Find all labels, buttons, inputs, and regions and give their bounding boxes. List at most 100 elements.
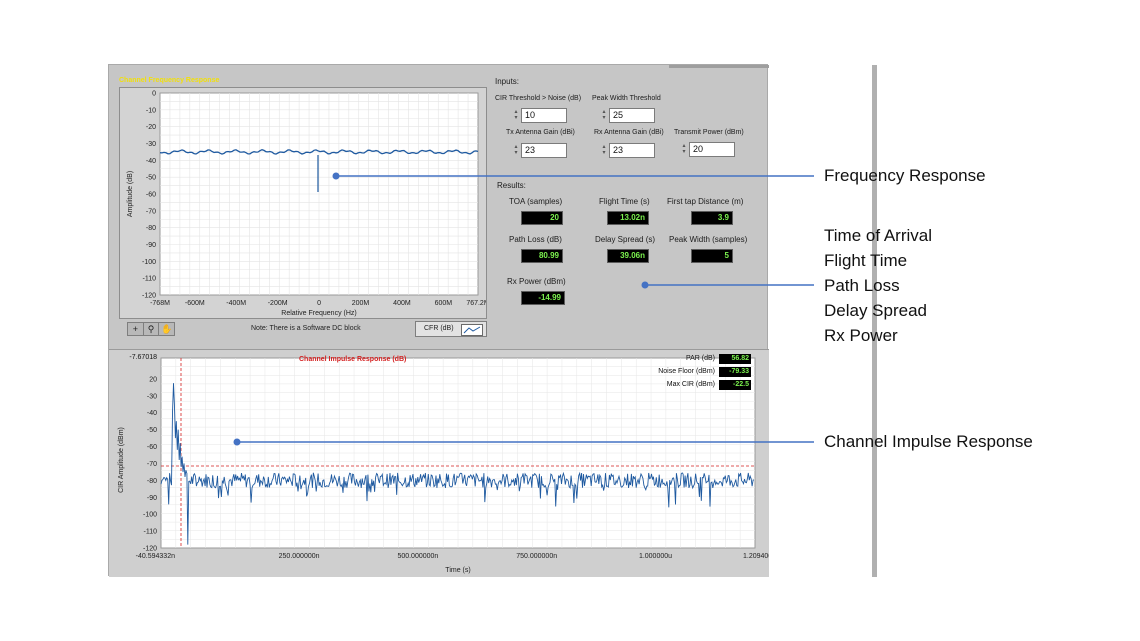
cfr-y-tick-label: -110 — [143, 276, 157, 283]
cfr-x-tick-label: 400M — [393, 300, 411, 307]
cfr-y-tick-label: 0 — [152, 91, 156, 98]
cir-y-tick-label: -110 — [144, 529, 158, 536]
cfr-y-axis-label: Amplitude (dB) — [127, 171, 134, 217]
delay-spread-annotation: Delay Spread — [824, 301, 928, 320]
cir-x-tick-label: 500.000000n — [397, 553, 438, 560]
max-cir-indicator: -22.5 — [719, 380, 751, 390]
tx-gain-label: Tx Antenna Gain (dBi) — [506, 129, 575, 136]
cir-y-tick-label: -60 — [147, 444, 157, 451]
cir-x-axis-label: Time (s) — [445, 567, 470, 574]
cir-x-tick-label: 250.000000n — [279, 553, 320, 560]
cir-x-tick-label: -40.594332n — [136, 553, 175, 560]
toa-annotation: Time of Arrival — [824, 226, 933, 245]
cfr-x-tick-label: 600M — [435, 300, 453, 307]
cfr-y-tick-label: -100 — [142, 259, 156, 266]
graph-palette: + ⚲ ✋ — [127, 322, 175, 336]
pan-tool-icon[interactable]: ✋ — [159, 323, 174, 335]
cfr-legend-swatch-icon — [461, 324, 483, 336]
cir-y-tick-label: 20 — [149, 376, 157, 383]
cfr-x-tick-label: 0 — [317, 300, 321, 307]
cir-title: Channel Impulse Response (dB) — [299, 356, 407, 363]
tx-power-label: Transmit Power (dBm) — [674, 129, 744, 136]
results-heading: Results: — [497, 181, 526, 190]
tx-power-input[interactable]: 20 — [689, 142, 735, 157]
tx-gain-spinner-icon[interactable]: ▴ ▾ — [513, 144, 519, 157]
cfr-y-tick-label: -70 — [146, 208, 156, 215]
par-label: PAR (dB) — [685, 355, 715, 362]
tx-gain-input[interactable]: 23 — [521, 143, 567, 158]
cfr-y-tick-label: -30 — [146, 141, 156, 148]
cfr-y-tick-label: -40 — [146, 158, 156, 165]
peak-width-threshold-input[interactable]: 25 — [609, 108, 655, 123]
cfr-y-tick-label: -80 — [146, 225, 156, 232]
cir-threshold-input[interactable]: 10 — [521, 108, 567, 123]
cfr-x-tick-label: -600M — [185, 300, 205, 307]
rx-gain-spinner-icon[interactable]: ▴ ▾ — [601, 144, 607, 157]
cfr-y-tick-label: -90 — [146, 242, 156, 249]
peak-width-indicator: 5 — [691, 249, 733, 263]
cir-y-tick-label: -90 — [147, 495, 157, 502]
cfr-y-tick-label: -120 — [142, 293, 156, 300]
cfr-y-tick-label: -20 — [146, 124, 156, 131]
cir-x-tick-label: 1.209406u — [743, 553, 769, 560]
cfr-plot-svg: 0 -10 -20 -30 -40 -50 -60 -70 -80 -90 -100 -110 -120… — [127, 91, 490, 318]
toa-label: TOA (samples) — [509, 197, 563, 206]
cfr-x-axis-label: Relative Frequency (Hz) — [281, 310, 356, 317]
delay-spread-label: Delay Spread (s) — [595, 235, 656, 244]
rx-power-annotation: Rx Power — [824, 326, 898, 345]
cursor-tool-icon[interactable]: + — [128, 323, 144, 335]
par-indicator: 56.82 — [719, 354, 751, 364]
toa-indicator: 20 — [521, 211, 563, 225]
path-loss-annotation: Path Loss — [824, 276, 900, 295]
cir-graph: 20 -30 -40 -50 -60 -70 -80 -90 -100 -110 -120 -40.… — [109, 349, 769, 577]
cfr-legend-label: CFR (dB) — [424, 325, 454, 332]
cfr-y-tick-label: -60 — [146, 192, 156, 199]
cir-y-tick-label: -100 — [143, 512, 157, 519]
noise-floor-label: Noise Floor (dBm) — [658, 368, 715, 375]
max-cir-label: Max CIR (dBm) — [666, 381, 715, 388]
cfr-plot-legend[interactable]: CFR (dB) — [415, 321, 487, 337]
labview-panel: Channel Frequency Response 0 -10 -20 -30 -40… — [108, 64, 877, 577]
tx-power-spinner-icon[interactable]: ▴ ▾ — [681, 143, 687, 156]
inputs-heading: Inputs: — [495, 77, 520, 86]
impulse-response-annotation: Channel Impulse Response — [824, 432, 1033, 451]
peak-width-threshold-label: Peak Width Threshold — [592, 95, 661, 102]
cfr-title: Channel Frequency Response — [119, 77, 220, 84]
cir-y-tick-label: -50 — [147, 427, 157, 434]
cfr-toolbar: + ⚲ ✋ Note: There is a Software DC block… — [119, 321, 487, 339]
cfr-y-tick-label: -50 — [146, 175, 156, 182]
rx-power-label: Rx Power (dBm) — [507, 277, 566, 286]
cfr-x-tick-label: 200M — [352, 300, 370, 307]
flight-time-annotation: Flight Time — [824, 251, 908, 270]
cir-x-tick-label: 1.000000u — [639, 553, 672, 560]
cfr-x-tick-label: -768M — [150, 300, 170, 307]
cir-y-axis-label: CIR Amplitude (dBm) — [118, 427, 125, 493]
panel-tab-edge — [669, 65, 769, 68]
peak-width-spinner-icon[interactable]: ▴ ▾ — [601, 109, 607, 122]
dc-block-note: Note: There is a Software DC block — [251, 325, 361, 332]
rx-gain-input[interactable]: 23 — [609, 143, 655, 158]
results-annotation: Time of Arrival Flight Time Path Loss De… — [824, 223, 932, 348]
cir-y-tick-label: -120 — [143, 546, 157, 553]
cfr-graph: 0 -10 -20 -30 -40 -50 -60 -70 -80 -90 -100 -110 -120… — [119, 87, 490, 319]
cir-y-tick-label: -40 — [147, 410, 157, 417]
rx-power-indicator: -14.99 — [521, 291, 565, 305]
cfr-x-tick-label: -200M — [268, 300, 288, 307]
cfr-x-tick-label: 767.2M — [466, 300, 486, 307]
flight-time-label: Flight Time (s) — [599, 197, 650, 206]
delay-spread-indicator: 39.06n — [607, 249, 649, 263]
cir-y-tick-label: -70 — [147, 461, 157, 468]
cir-threshold-spinner-icon[interactable]: ▴ ▾ — [513, 109, 519, 122]
peak-width-result-label: Peak Width (samples) — [669, 235, 748, 244]
cir-y-tick-label: -80 — [147, 478, 157, 485]
noise-floor-indicator: -79.33 — [719, 367, 751, 377]
zoom-tool-icon[interactable]: ⚲ — [144, 323, 160, 335]
first-tap-indicator: 3.9 — [691, 211, 733, 225]
cir-threshold-label: CIR Threshold > Noise (dB) — [495, 95, 582, 102]
path-loss-label: Path Loss (dB) — [509, 235, 562, 244]
rx-gain-label: Rx Antenna Gain (dBi) — [594, 129, 664, 136]
cir-y-tick-label: -30 — [147, 393, 157, 400]
flight-time-indicator: 13.02n — [607, 211, 649, 225]
frequency-response-annotation: Frequency Response — [824, 166, 986, 185]
path-loss-indicator: 80.99 — [521, 249, 563, 263]
